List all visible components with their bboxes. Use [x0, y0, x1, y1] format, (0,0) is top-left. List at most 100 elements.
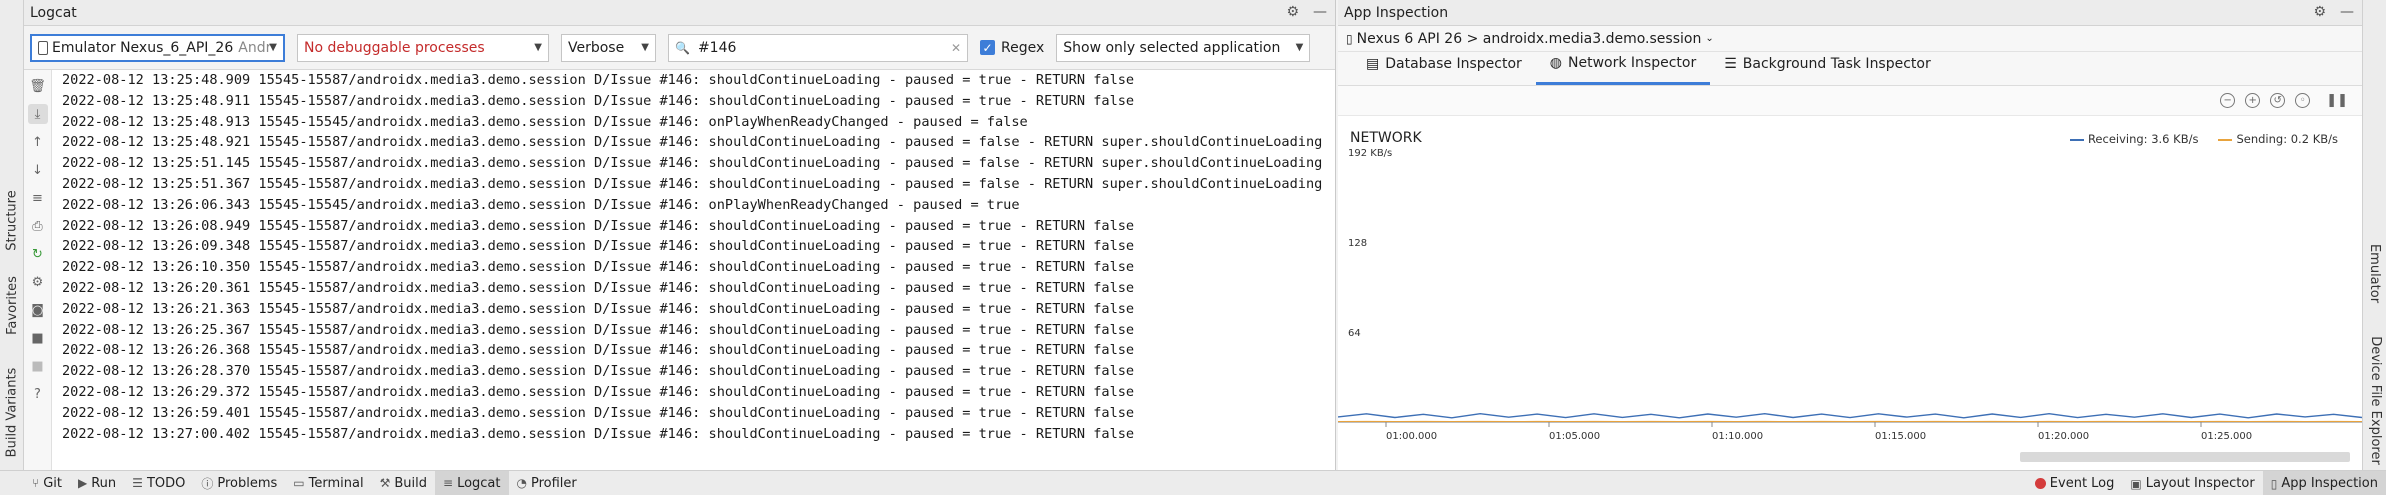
device-file-explorer-tab[interactable]: Device File Explorer	[2363, 330, 2386, 470]
logcat-button[interactable]: ≡ Logcat	[435, 470, 509, 495]
device-selector[interactable]: Emulator Nexus_6_API_26 Andr ▼	[30, 33, 285, 62]
problems-button[interactable]: ⓘ Problems	[193, 471, 285, 495]
terminal-icon: ▭	[293, 476, 305, 490]
network-graph: 128 64 01:00.000 01:05.000 01:10.000 01:15.00…	[1338, 238, 2362, 442]
log-line: 2022-08-12 13:26:10.350 15545-15587/andr…	[62, 259, 1135, 276]
x-tick-label: 01:00.000	[1386, 431, 1437, 442]
globe-icon: ◍	[1549, 54, 1563, 71]
settings-icon[interactable]: ⚙	[28, 272, 48, 292]
y-tick-label: 64	[1348, 328, 1361, 339]
list-icon: ☰	[132, 476, 143, 490]
git-button[interactable]: ⑂ Git	[24, 471, 70, 495]
log-line: 2022-08-12 13:26:09.348 15545-15587/andr…	[62, 238, 1135, 255]
tab-network-inspector[interactable]: ◍ Network Inspector	[1535, 51, 1711, 85]
minimize-icon[interactable]: —	[2340, 4, 2354, 20]
process-selector[interactable]: No debuggable processes ▼	[297, 33, 549, 62]
play-icon: ▶	[78, 476, 88, 490]
tab-database-inspector[interactable]: ▤ Database Inspector	[1352, 51, 1536, 85]
structure-tab[interactable]: Structure	[0, 180, 24, 260]
log-level-selector[interactable]: Verbose ▼	[561, 33, 656, 62]
build-button[interactable]: ⚒ Build	[372, 471, 435, 495]
clear-icon[interactable]: ✕	[951, 41, 961, 55]
print-icon[interactable]: ⎙	[28, 216, 48, 236]
zoom-in-icon[interactable]: +	[2245, 93, 2261, 108]
emulator-tab[interactable]: Emulator	[2363, 228, 2386, 318]
database-icon: ▤	[1366, 56, 1380, 72]
stop-icon[interactable]: ■	[28, 356, 48, 376]
logcat-title: Logcat	[30, 4, 77, 21]
inspection-icon: ▯	[2270, 476, 2278, 491]
timeline-scrollbar[interactable]	[2020, 452, 2350, 462]
chevron-down-icon: ⌄	[1705, 33, 1714, 44]
device-icon	[38, 40, 48, 55]
filter-selector[interactable]: Show only selected application ▼	[1056, 33, 1311, 62]
pause-icon[interactable]: ❚❚	[2326, 93, 2348, 108]
zoom-out-icon[interactable]: −	[2220, 93, 2236, 108]
layout-icon: ▣	[2130, 476, 2142, 491]
tab-background-task-inspector[interactable]: ☰ Background Task Inspector	[1710, 51, 1945, 85]
chart-title: NETWORK	[1350, 130, 1422, 146]
log-line: 2022-08-12 13:25:51.367 15545-15587/andr…	[62, 175, 1323, 192]
chevron-down-icon: ▼	[534, 42, 542, 53]
terminal-button[interactable]: ▭ Terminal	[285, 471, 371, 495]
down-arrow-icon[interactable]: ↓	[28, 160, 48, 180]
reset-zoom-icon[interactable]: ↺	[2270, 93, 2286, 108]
right-tool-strip: Emulator Device File Explorer	[2362, 0, 2386, 470]
app-inspection-button[interactable]: ▯ App Inspection	[2262, 471, 2386, 495]
soft-wrap-icon[interactable]: ≡	[28, 188, 48, 208]
log-side-toolbar: 🗑 ⤓ ↑ ↓ ≡ ⎙ ↻ ⚙ ◙ ■ ■ ?	[24, 70, 52, 470]
chevron-down-icon: ▼	[641, 42, 649, 53]
build-variants-tab[interactable]: Build Variants	[0, 362, 24, 462]
layout-inspector-button[interactable]: ▣ Layout Inspector	[2122, 471, 2262, 495]
log-output[interactable]: 2022-08-12 13:25:48.909 15545-15587/andr…	[52, 70, 1322, 470]
log-line: 2022-08-12 13:25:48.909 15545-15587/andr…	[62, 72, 1135, 88]
up-arrow-icon[interactable]: ↑	[28, 132, 48, 152]
minimize-icon[interactable]: —	[1313, 4, 1327, 20]
help-icon[interactable]: ?	[28, 384, 48, 404]
x-tick-label: 01:20.000	[2038, 431, 2089, 442]
list-icon: ☰	[1724, 56, 1737, 72]
process-selector-inspection[interactable]: ▯ Nexus 6 API 26 > androidx.media3.demo.…	[1338, 26, 2362, 52]
hammer-icon: ⚒	[379, 476, 391, 490]
scroll-to-end-icon[interactable]: ⤓	[27, 104, 48, 124]
log-line: 2022-08-12 13:26:20.361 15545-15587/andr…	[62, 279, 1135, 296]
search-input[interactable]: 🔍 #146 ✕	[668, 33, 968, 62]
search-icon: 🔍	[675, 40, 690, 55]
inspector-tabs: ▤ Database Inspector ◍ Network Inspector…	[1338, 52, 2362, 86]
todo-button[interactable]: ☰ TODO	[124, 471, 193, 495]
x-tick-label: 01:10.000	[1712, 431, 1763, 442]
profiler-button[interactable]: ◔ Profiler	[509, 471, 585, 495]
series-receiving-line	[1338, 412, 2362, 419]
event-log-button[interactable]: Event Log	[2027, 471, 2123, 495]
network-chart[interactable]: 128 64 01:00.000 01:05.000 01:10.000 01:15.00…	[1338, 122, 2362, 470]
chevron-down-icon: ▼	[269, 42, 277, 53]
y-unit-label: 192 KB/s	[1348, 148, 1393, 159]
regex-checkbox[interactable]: ✓ Regex	[980, 40, 1044, 56]
log-line: 2022-08-12 13:26:59.401 15545-15587/andr…	[62, 404, 1135, 421]
log-line: 2022-08-12 13:25:48.913 15545-15545/andr…	[62, 113, 1028, 130]
run-button[interactable]: ▶ Run	[70, 471, 124, 495]
y-tick-label: 128	[1348, 238, 1367, 249]
device-icon: ▯	[1346, 31, 1353, 46]
checkmark-icon: ✓	[980, 40, 995, 55]
left-tool-strip: Structure Favorites Build Variants	[0, 0, 24, 470]
restart-icon[interactable]: ↻	[28, 244, 48, 264]
log-line: 2022-08-12 13:25:48.921 15545-15587/andr…	[62, 134, 1323, 151]
logcat-panel: Logcat ⚙ — Emulator Nexus_6_API_26 Andr …	[24, 0, 1336, 470]
log-line: 2022-08-12 13:25:51.145 15545-15587/andr…	[62, 155, 1323, 172]
git-icon: ⑂	[32, 476, 40, 490]
zoom-to-selection-icon[interactable]: ◦	[2295, 93, 2311, 108]
trash-icon[interactable]: 🗑	[28, 76, 48, 96]
log-line: 2022-08-12 13:26:28.370 15545-15587/andr…	[62, 363, 1135, 380]
record-icon[interactable]: ■	[28, 328, 48, 348]
graph-toolbar: − + ↺ ◦ ❚❚	[1338, 86, 2362, 116]
x-tick-label: 01:15.000	[1875, 431, 1926, 442]
favorites-tab[interactable]: Favorites	[0, 270, 24, 340]
screenshot-icon[interactable]: ◙	[28, 300, 48, 320]
log-line: 2022-08-12 13:26:29.372 15545-15587/andr…	[62, 383, 1135, 400]
gear-icon[interactable]: ⚙	[1286, 4, 1299, 20]
log-line: 2022-08-12 13:25:48.911 15545-15587/andr…	[62, 92, 1135, 109]
log-line: 2022-08-12 13:26:08.949 15545-15587/andr…	[62, 217, 1135, 234]
gear-icon[interactable]: ⚙	[2313, 4, 2326, 20]
log-line: 2022-08-12 13:27:00.402 15545-15587/andr…	[62, 425, 1135, 442]
